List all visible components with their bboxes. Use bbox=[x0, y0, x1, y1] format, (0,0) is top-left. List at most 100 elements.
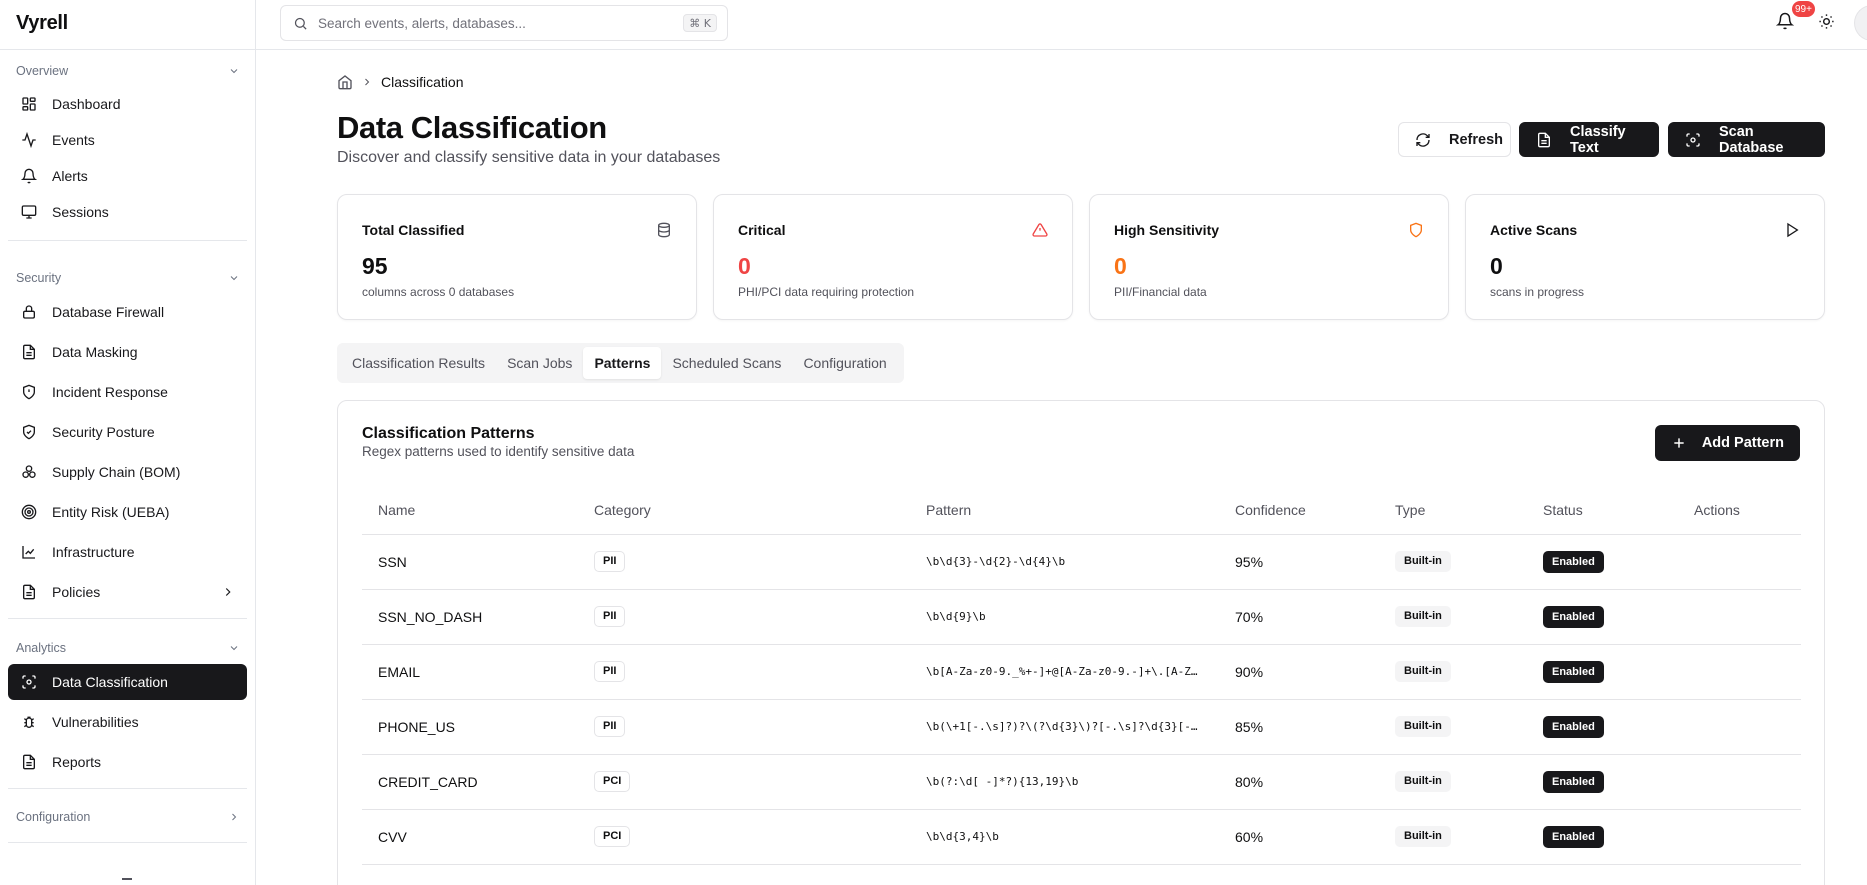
section-security-header[interactable]: Security bbox=[16, 268, 241, 288]
alert-triangle-icon bbox=[1032, 222, 1048, 238]
collapse-handle-icon[interactable] bbox=[122, 878, 132, 880]
theme-toggle-sun-icon[interactable] bbox=[1818, 13, 1836, 31]
category-cell: PCI bbox=[578, 754, 910, 810]
tab-patterns[interactable]: Patterns bbox=[583, 347, 662, 379]
pattern-regex: \b\d{9}\b bbox=[910, 589, 1219, 645]
notification-count-badge: 99+ bbox=[1792, 1, 1815, 17]
table-row[interactable] bbox=[362, 864, 1801, 885]
pattern-name: CVV bbox=[362, 809, 578, 865]
column-header[interactable]: Type bbox=[1379, 486, 1527, 535]
confidence-value: 70% bbox=[1219, 589, 1379, 645]
category-cell: PII bbox=[578, 699, 910, 755]
confidence-value: 90% bbox=[1219, 644, 1379, 700]
status-badge[interactable]: Enabled bbox=[1543, 770, 1604, 793]
sidebar-item-label: Dashboard bbox=[52, 96, 121, 112]
status-badge[interactable]: Enabled bbox=[1543, 550, 1604, 573]
type-badge: Built-in bbox=[1395, 551, 1451, 572]
avatar[interactable] bbox=[1854, 5, 1867, 41]
status-badge[interactable]: Enabled bbox=[1543, 660, 1604, 683]
scan-database-button[interactable]: Scan Database bbox=[1668, 122, 1825, 157]
app-logo[interactable]: Vyrell bbox=[16, 12, 68, 35]
sidebar-item-supply-chain[interactable]: Supply Chain (BOM) bbox=[8, 454, 247, 490]
table-row[interactable]: PHONE_US PII \b(\+1[-.\s]?)?\(?\d{3}\)?[… bbox=[362, 699, 1801, 755]
panel-subtitle: Regex patterns used to identify sensitiv… bbox=[362, 444, 635, 459]
sidebar-item-data-masking[interactable]: Data Masking bbox=[8, 334, 247, 370]
pattern-name: PHONE_US bbox=[362, 699, 578, 755]
column-header[interactable]: Status bbox=[1527, 486, 1678, 535]
notifications-bell-icon[interactable] bbox=[1776, 12, 1796, 32]
table-row[interactable]: SSN_NO_DASH PII \b\d{9}\b 70% Built-in E… bbox=[362, 589, 1801, 645]
sidebar-item-label: Supply Chain (BOM) bbox=[52, 464, 181, 480]
sidebar: Vyrell Overview Dashboard Events Alerts … bbox=[0, 0, 256, 885]
type-cell bbox=[1379, 864, 1527, 885]
search-input[interactable] bbox=[318, 15, 678, 31]
sidebar-item-incident-response[interactable]: Incident Response bbox=[8, 374, 247, 410]
status-badge[interactable]: Enabled bbox=[1543, 715, 1604, 738]
home-icon[interactable] bbox=[337, 74, 353, 90]
status-cell: Enabled bbox=[1527, 534, 1678, 590]
section-title: Analytics bbox=[16, 641, 67, 655]
sidebar-item-alerts[interactable]: Alerts bbox=[8, 158, 247, 194]
status-badge[interactable]: Enabled bbox=[1543, 825, 1604, 848]
column-header[interactable]: Category bbox=[578, 486, 910, 535]
table-row[interactable]: EMAIL PII \b[A-Za-z0-9._%+-]+@[A-Za-z0-9… bbox=[362, 644, 1801, 700]
section-configuration-header[interactable]: Configuration bbox=[16, 807, 241, 827]
table-row[interactable]: CREDIT_CARD PCI \b(?:\d[ -]*?){13,19}\b … bbox=[362, 754, 1801, 810]
table-row[interactable]: SSN PII \b\d{3}-\d{2}-\d{4}\b 95% Built-… bbox=[362, 534, 1801, 590]
radar-icon bbox=[21, 504, 37, 520]
divider bbox=[8, 842, 247, 843]
sidebar-item-label: Reports bbox=[52, 754, 102, 770]
classify-text-button[interactable]: Classify Text bbox=[1519, 122, 1659, 157]
page-subtitle: Discover and classify sensitive data in … bbox=[337, 149, 721, 166]
scan-icon bbox=[1685, 132, 1701, 148]
category-cell: PII bbox=[578, 534, 910, 590]
sidebar-item-dashboard[interactable]: Dashboard bbox=[8, 86, 247, 122]
sidebar-item-database-firewall[interactable]: Database Firewall bbox=[8, 294, 247, 330]
page-title: Data Classification bbox=[337, 110, 607, 145]
search-box[interactable]: ⌘ K bbox=[280, 5, 728, 41]
shield-icon bbox=[1408, 222, 1424, 238]
classify-text-label: Classify Text bbox=[1570, 123, 1626, 156]
column-header[interactable]: Confidence bbox=[1219, 486, 1379, 535]
sidebar-item-security-posture[interactable]: Security Posture bbox=[8, 414, 247, 450]
stat-title: High Sensitivity bbox=[1114, 222, 1220, 238]
sidebar-item-sessions[interactable]: Sessions bbox=[8, 194, 247, 230]
pattern-regex: \b(\+1[-.\s]?)?\(?\d{3}\)?[-.\s]?\d{3}[-… bbox=[910, 699, 1219, 755]
sidebar-item-infrastructure[interactable]: Infrastructure bbox=[8, 534, 247, 570]
sidebar-item-events[interactable]: Events bbox=[8, 122, 247, 158]
tab-configuration[interactable]: Configuration bbox=[792, 347, 897, 379]
column-header[interactable]: Pattern bbox=[910, 486, 1219, 535]
sidebar-item-label: Sessions bbox=[52, 204, 109, 220]
tab-classification-results[interactable]: Classification Results bbox=[341, 347, 496, 379]
stat-title: Active Scans bbox=[1490, 222, 1578, 238]
sidebar-item-label: Data Masking bbox=[52, 344, 138, 360]
tab-scan-jobs[interactable]: Scan Jobs bbox=[496, 347, 583, 379]
stat-card-total-classified: Total Classified 95 columns across 0 dat… bbox=[337, 194, 697, 320]
section-overview-header[interactable]: Overview bbox=[16, 61, 241, 81]
sidebar-item-entity-risk[interactable]: Entity Risk (UEBA) bbox=[8, 494, 247, 530]
type-cell: Built-in bbox=[1379, 534, 1527, 590]
table-row[interactable]: CVV PCI \b\d{3,4}\b 60% Built-in Enabled bbox=[362, 809, 1801, 865]
column-header[interactable]: Name bbox=[362, 486, 578, 535]
status-badge[interactable]: Enabled bbox=[1543, 605, 1604, 628]
add-pattern-button[interactable]: Add Pattern bbox=[1654, 425, 1800, 461]
sidebar-item-policies[interactable]: Policies bbox=[8, 574, 247, 610]
category-badge: PII bbox=[594, 716, 626, 737]
tab-scheduled-scans[interactable]: Scheduled Scans bbox=[661, 347, 792, 379]
pattern-regex bbox=[910, 864, 1219, 885]
actions-cell bbox=[1678, 644, 1801, 700]
type-badge: Built-in bbox=[1395, 771, 1451, 792]
shortcut-hint: ⌘ K bbox=[683, 14, 717, 32]
pattern-regex: \b\d{3,4}\b bbox=[910, 809, 1219, 865]
refresh-icon bbox=[1415, 132, 1431, 148]
category-badge: PII bbox=[594, 661, 626, 682]
divider bbox=[8, 240, 247, 241]
actions-cell bbox=[1678, 809, 1801, 865]
refresh-button[interactable]: Refresh bbox=[1398, 122, 1511, 157]
stat-description: PHI/PCI data requiring protection bbox=[738, 285, 915, 299]
sidebar-item-reports[interactable]: Reports bbox=[8, 744, 247, 780]
sidebar-item-data-classification[interactable]: Data Classification bbox=[8, 664, 247, 700]
section-analytics-header[interactable]: Analytics bbox=[16, 638, 241, 658]
sidebar-item-vulnerabilities[interactable]: Vulnerabilities bbox=[8, 704, 247, 740]
category-cell bbox=[578, 864, 910, 885]
